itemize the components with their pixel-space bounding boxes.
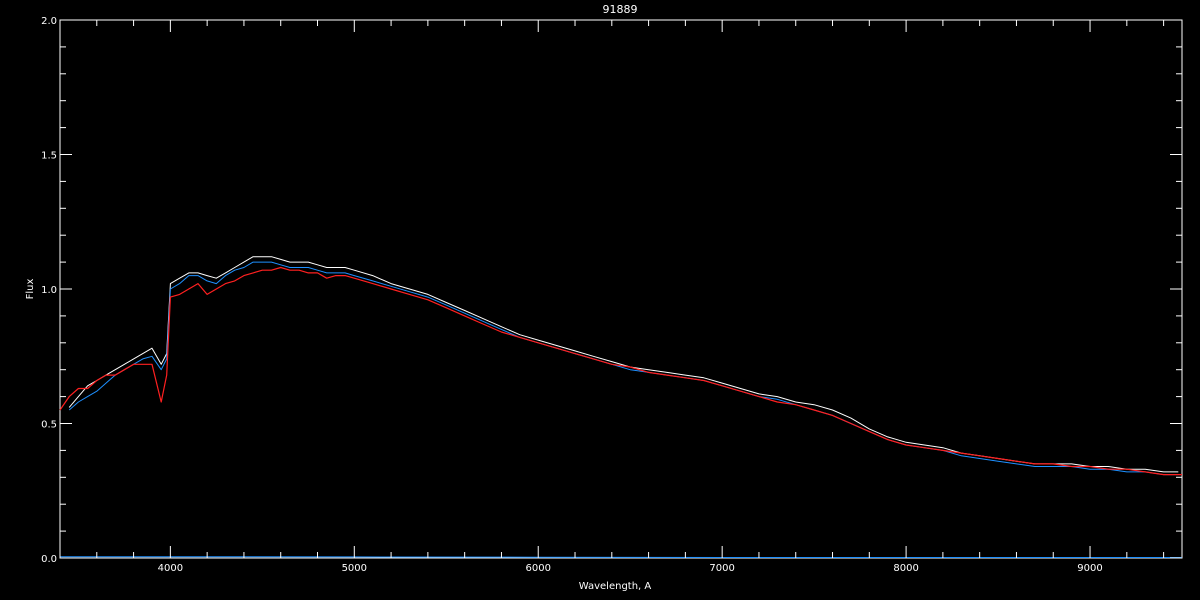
x-tick-label: 7000 — [709, 563, 734, 574]
x-tick-label: 5000 — [342, 563, 367, 574]
spectrum-chart: 91889 4000 5000 6000 7000 8000 9000 0.0 0.5 1.0 1… — [0, 0, 1200, 600]
chart-background — [0, 0, 1200, 600]
x-tick-label: 8000 — [893, 563, 918, 574]
y-tick-label: 0.0 — [41, 554, 57, 565]
y-axis-label: Flux — [25, 279, 36, 300]
x-tick-label: 4000 — [158, 563, 183, 574]
y-tick-label: 2.0 — [41, 16, 57, 27]
x-axis-label: Wavelength, A — [579, 581, 652, 592]
y-tick-label: 1.0 — [41, 285, 57, 296]
x-tick-label: 9000 — [1077, 563, 1102, 574]
y-tick-label: 0.5 — [41, 420, 57, 431]
chart-title: 91889 — [603, 3, 638, 16]
x-tick-label: 6000 — [526, 563, 551, 574]
y-tick-label: 1.5 — [41, 151, 57, 162]
